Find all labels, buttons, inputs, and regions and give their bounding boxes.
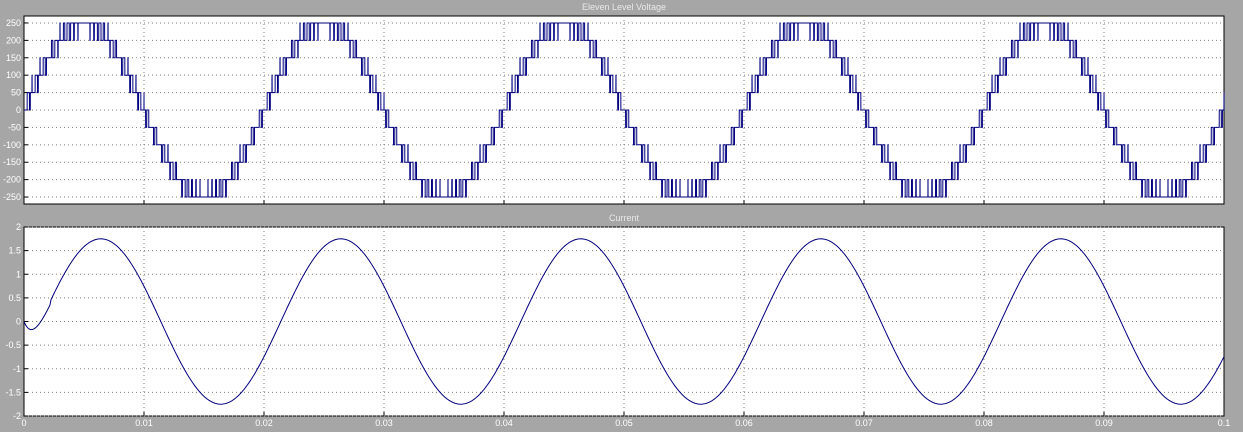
x-tick-label: 0.05 xyxy=(615,418,633,428)
y-tick-label: 0 xyxy=(16,105,21,115)
x-tick-label: 0.03 xyxy=(375,418,393,428)
y-tick-label: 2 xyxy=(16,222,21,232)
x-tick-label: 0.1 xyxy=(1218,418,1231,428)
current-plot: Current 21.510.50-0.5-1-1.5-2 0 0.01 0.02 0… xyxy=(5,213,1230,428)
y-tick-label: -1 xyxy=(13,364,21,374)
y-tick-label: -0.5 xyxy=(5,340,21,350)
y-tick-label: 50 xyxy=(11,88,21,98)
y-tick-label: -100 xyxy=(3,140,21,150)
y-tick-label: 250 xyxy=(6,18,21,28)
y-tick-label: 200 xyxy=(6,35,21,45)
x-tick-label: 0.08 xyxy=(975,418,993,428)
voltage-plot: Eleven Level Voltage 250 200 150 100 50 0 -50 -… xyxy=(3,2,1225,205)
voltage-title: Eleven Level Voltage xyxy=(582,2,666,12)
scope-window: Eleven Level Voltage 250200150100500-50-… xyxy=(3,2,1230,428)
y-tick-label: -250 xyxy=(3,192,21,202)
y-tick-label: 1.5 xyxy=(8,246,21,256)
x-tick-label: 0.07 xyxy=(855,418,873,428)
x-tick-label: 0.01 xyxy=(135,418,153,428)
y-tick-label: 0 xyxy=(16,317,21,327)
y-tick-label: 1 xyxy=(16,269,21,279)
y-tick-label: -150 xyxy=(3,157,21,167)
current-x-ticks: 0 0.01 0.02 0.03 0.04 0.05 0.06 0.07 0.08 0.09 0.1 xyxy=(21,418,1230,428)
y-tick-label: -1.5 xyxy=(5,387,21,397)
y-tick-label: 150 xyxy=(6,53,21,63)
current-title: Current xyxy=(609,213,640,223)
y-tick-label: 100 xyxy=(6,70,21,80)
y-tick-label: -200 xyxy=(3,175,21,185)
voltage-y-ticks: 250 200 150 100 50 0 -50 -100 -150 -200 -250 xyxy=(3,18,21,202)
x-tick-label: 0.06 xyxy=(735,418,753,428)
x-tick-label: 0.04 xyxy=(495,418,513,428)
y-tick-label: 0.5 xyxy=(8,293,21,303)
x-tick-label: 0.09 xyxy=(1095,418,1113,428)
y-tick-label: -2 xyxy=(13,411,21,421)
y-tick-label: -50 xyxy=(8,122,21,132)
x-tick-label: 0.02 xyxy=(255,418,273,428)
x-tick-label: 0 xyxy=(21,418,26,428)
current-y-ticks: 2 1.5 1 0.5 0 -0.5 -1 -1.5 -2 xyxy=(5,222,21,421)
